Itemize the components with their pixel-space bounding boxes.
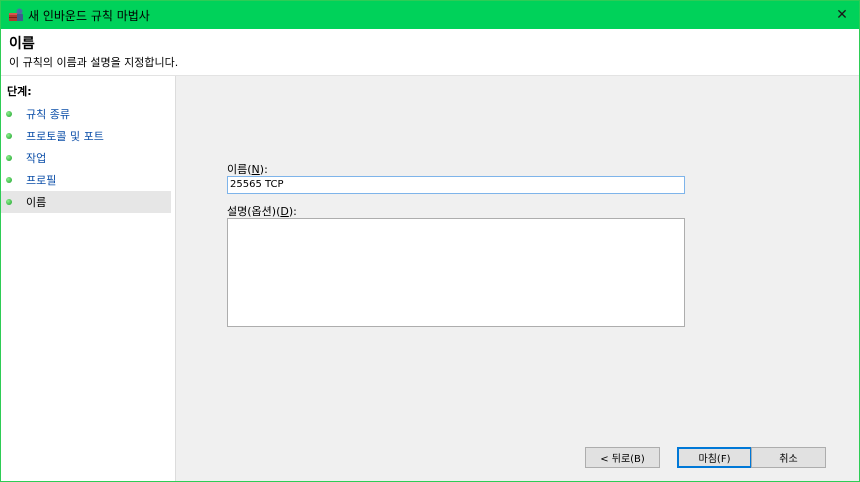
- step-status-icon: [6, 199, 12, 205]
- step-action[interactable]: 작업: [1, 147, 171, 169]
- step-label: 프로토콜 및 포트: [26, 130, 104, 143]
- step-label: 규칙 종류: [26, 108, 70, 121]
- step-label: 프로필: [26, 174, 57, 187]
- steps-heading: 단계:: [7, 85, 32, 98]
- step-name[interactable]: 이름: [1, 191, 171, 213]
- step-protocol-ports[interactable]: 프로토콜 및 포트: [1, 125, 171, 147]
- step-status-icon: [6, 133, 12, 139]
- step-status-icon: [6, 177, 12, 183]
- step-label: 작업: [26, 152, 47, 165]
- cancel-button[interactable]: 취소: [751, 447, 826, 468]
- finish-button[interactable]: 마침(F): [677, 447, 752, 468]
- window-title: 새 인바운드 규칙 마법사: [28, 9, 150, 23]
- title-bar[interactable]: 새 인바운드 규칙 마법사 ✕: [1, 1, 859, 29]
- step-label: 이름: [26, 196, 47, 209]
- description-textarea[interactable]: [227, 218, 685, 327]
- step-status-icon: [6, 155, 12, 161]
- page-header: 이름 이 규칙의 이름과 설명을 지정합니다.: [1, 29, 859, 76]
- step-rule-type[interactable]: 규칙 종류: [1, 103, 171, 125]
- description-label-accesskey: D: [280, 205, 289, 218]
- name-label-prefix: 이름(: [227, 163, 252, 176]
- description-label-prefix: 설명(옵션)(: [227, 205, 281, 218]
- back-button[interactable]: < 뒤로(B): [585, 447, 660, 468]
- main-content: 이름(N): 설명(옵션)(D): < 뒤로(B) 마침(F) 취소: [176, 76, 859, 481]
- step-profile[interactable]: 프로필: [1, 169, 171, 191]
- step-status-icon: [6, 111, 12, 117]
- close-button[interactable]: ✕: [825, 1, 859, 29]
- description-label-suffix: ):: [288, 205, 297, 218]
- firewall-app-icon: [8, 7, 24, 23]
- name-input[interactable]: [227, 176, 685, 194]
- name-label: 이름(N):: [227, 161, 268, 177]
- steps-pane: 단계: 규칙 종류 프로토콜 및 포트 작업 프로필 이름: [1, 76, 176, 481]
- name-label-accesskey: N: [251, 163, 260, 176]
- close-icon: ✕: [836, 7, 848, 23]
- wizard-window: 새 인바운드 규칙 마법사 ✕ 이름 이 규칙의 이름과 설명을 지정합니다. …: [0, 0, 860, 482]
- page-title: 이름: [9, 36, 35, 52]
- page-subtitle: 이 규칙의 이름과 설명을 지정합니다.: [9, 56, 179, 69]
- description-label: 설명(옵션)(D):: [227, 203, 297, 219]
- name-label-suffix: ):: [259, 163, 268, 176]
